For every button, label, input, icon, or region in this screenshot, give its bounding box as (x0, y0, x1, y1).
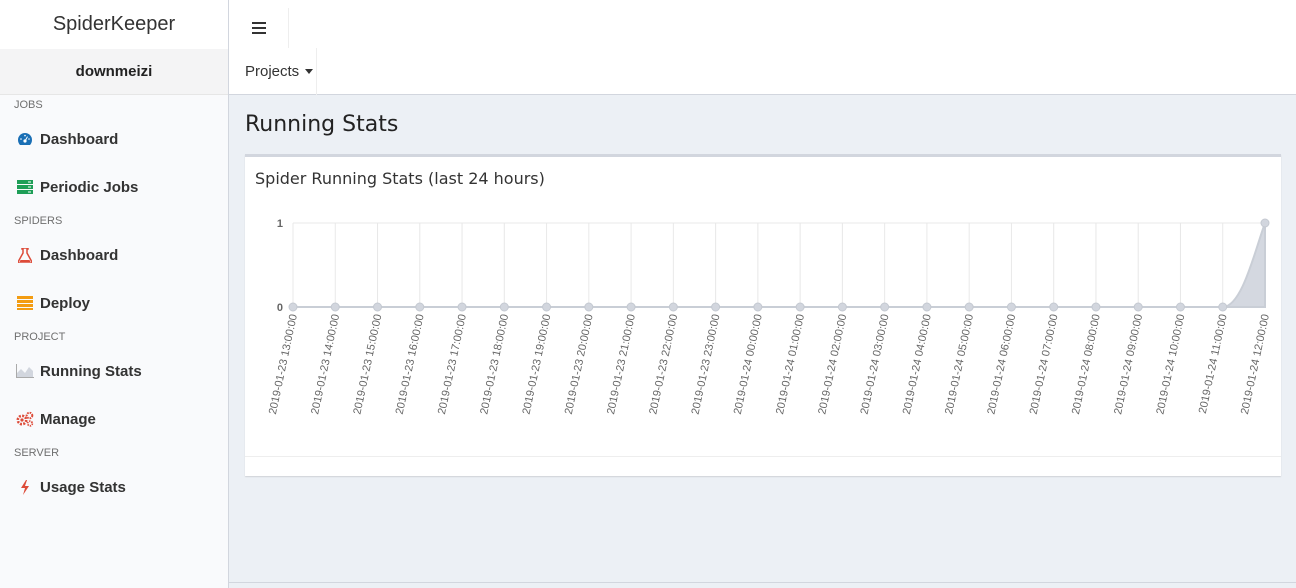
chart-data-point (1133, 302, 1143, 312)
page-title: Running Stats (245, 112, 399, 137)
chart-data-point (584, 302, 594, 312)
chart-data-point (795, 302, 805, 312)
chart-xtick-label: 2019-01-24 12:00:00 (1239, 313, 1272, 415)
menu-header-spiders: SPIDERS (14, 215, 63, 227)
chart-xtick-label: 2019-01-23 15:00:00 (351, 313, 384, 415)
sidebar-item-project-running-stats[interactable]: Running Stats (0, 347, 228, 395)
hamburger-menu-icon (251, 22, 266, 34)
chart-data-point (964, 302, 974, 312)
chart-data-point (668, 302, 678, 312)
chart-data-point (1175, 302, 1185, 312)
chart-data-point (1218, 302, 1228, 312)
chart-data-point (1091, 302, 1101, 312)
caret-down-icon (305, 69, 314, 74)
chart-xtick-label: 2019-01-23 13:00:00 (267, 313, 300, 415)
chart-data-point (880, 302, 890, 312)
chart-xtick-label: 2019-01-24 02:00:00 (816, 313, 849, 415)
chart-data-point (922, 302, 932, 312)
chart-data-point (753, 302, 763, 312)
sidebar-item-label: Running Stats (40, 362, 142, 380)
box-footer (245, 456, 1281, 476)
chart-xtick-label: 2019-01-23 21:00:00 (605, 313, 638, 415)
sidebar-item-server-usage-stats[interactable]: Usage Stats (0, 463, 228, 511)
chart-xtick-label: 2019-01-23 20:00:00 (563, 313, 596, 415)
top-navbar: Projects (229, 0, 1296, 95)
chart-data-point (542, 302, 552, 312)
chart-xtick-label: 2019-01-24 05:00:00 (943, 313, 976, 415)
sidebar-item-jobs-dashboard[interactable]: Dashboard (0, 115, 228, 163)
server-icon (16, 179, 34, 195)
chart-data-point (457, 302, 467, 312)
menu-header-server: SERVER (14, 447, 60, 459)
database-stack-icon (16, 295, 34, 311)
menu-header-jobs: JOBS (14, 99, 43, 111)
chart-xtick-label: 2019-01-24 08:00:00 (1070, 313, 1103, 415)
chart-data-point (499, 302, 509, 312)
flask-icon (16, 247, 34, 263)
chart-xtick-label: 2019-01-24 01:00:00 (774, 313, 807, 415)
chart-data-point (288, 302, 298, 312)
chart-area-series (293, 222, 1266, 308)
footer-divider (229, 582, 1296, 583)
chart-xtick-label: 2019-01-23 19:00:00 (521, 313, 554, 415)
chart-xtick-label: 2019-01-23 14:00:00 (309, 313, 342, 415)
chart-xtick-label: 2019-01-23 22:00:00 (647, 313, 680, 415)
chart-xtick-label: 2019-01-23 16:00:00 (394, 313, 427, 415)
chart-xtick-label: 2019-01-23 18:00:00 (478, 313, 511, 415)
sidebar-item-label: Deploy (40, 294, 91, 312)
sidebar-item-label: Usage Stats (40, 478, 126, 496)
main-content: Running Stats Spider Running Stats (last… (229, 95, 1296, 588)
sidebar-menu: JOBS Dashboard Periodic Jobs SPIDERS Dashboa… (0, 95, 228, 511)
chart-xtick-label: 2019-01-24 06:00:00 (985, 313, 1018, 415)
area-chart-icon (16, 363, 34, 379)
chart-xtick-label: 2019-01-24 09:00:00 (1112, 313, 1145, 415)
chart-xtick-label: 2019-01-24 11:00:00 (1197, 313, 1230, 415)
sidebar: SpiderKeeper downmeizi JOBS Dashboard Peri… (0, 0, 229, 588)
chart-xtick-label: 2019-01-23 17:00:00 (436, 313, 469, 415)
chart-xtick-label: 2019-01-24 07:00:00 (1028, 313, 1061, 415)
sidebar-toggle-button[interactable] (229, 8, 289, 48)
sidebar-item-project-manage[interactable]: Manage (0, 395, 228, 443)
sidebar-item-label: Dashboard (40, 130, 119, 148)
projects-label: Projects (245, 63, 300, 80)
chart-data-point (711, 302, 721, 312)
sidebar-item-label: Dashboard (40, 246, 119, 264)
chart-data-point (626, 302, 636, 312)
sidebar-item-spiders-deploy[interactable]: Deploy (0, 279, 228, 327)
chart-data-point (415, 302, 425, 312)
dashboard-gauge-icon (16, 131, 34, 147)
projects-dropdown[interactable]: Projects (229, 48, 317, 95)
bolt-icon (16, 479, 34, 495)
sidebar-item-spiders-dashboard[interactable]: Dashboard (0, 231, 228, 279)
sidebar-item-label: Manage (40, 410, 96, 428)
chart-xtick-label: 2019-01-24 00:00:00 (732, 313, 765, 415)
user-panel: downmeizi (0, 49, 228, 95)
chart-ytick-label: 0 (277, 302, 283, 314)
chart-ytick-label: 1 (277, 218, 283, 230)
running-stats-chart: 0 1 2019-01-23 13:00:00 2019-01-23 14:00:00… (267, 218, 1272, 416)
chart-data-point (837, 302, 847, 312)
chart-xtick-label: 2019-01-24 10:00:00 (1154, 313, 1187, 415)
gears-icon (16, 411, 34, 427)
sidebar-item-label: Periodic Jobs (40, 178, 139, 196)
chart-data-point (1006, 302, 1016, 312)
stats-box: Spider Running Stats (last 24 hours) 012… (245, 154, 1281, 476)
chart-xtick-label: 2019-01-23 23:00:00 (690, 313, 723, 415)
chart-xtick-label: 2019-01-24 03:00:00 (859, 313, 892, 415)
chart-data-point (330, 302, 340, 312)
chart-data-point (373, 302, 383, 312)
chart-xtick-label: 2019-01-24 04:00:00 (901, 313, 934, 415)
chart-data-point (1260, 218, 1270, 228)
chart-data-point (1049, 302, 1059, 312)
sidebar-item-jobs-periodic-jobs[interactable]: Periodic Jobs (0, 163, 228, 211)
menu-header-project: PROJECT (14, 331, 66, 343)
brand-logo[interactable]: SpiderKeeper (0, 0, 228, 49)
